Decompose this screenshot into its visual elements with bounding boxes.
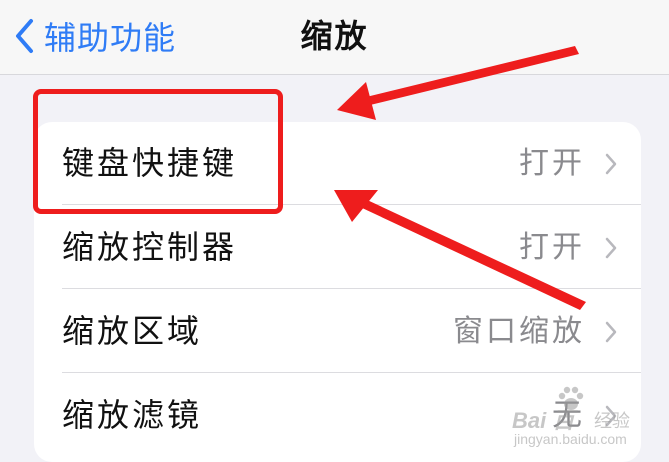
highlight-box — [33, 89, 283, 214]
chevron-right-icon — [605, 153, 617, 175]
row-label: 缩放控制器 — [62, 228, 238, 266]
watermark: Bai 百 经验 jingyan.baidu.com — [508, 383, 638, 453]
navigation-bar: 辅助功能 缩放 — [0, 0, 669, 75]
row-label: 缩放区域 — [62, 312, 203, 350]
divider — [62, 288, 641, 289]
row-zoom-region[interactable]: 缩放区域 窗口缩放 — [34, 290, 641, 373]
row-label: 缩放滤镜 — [62, 396, 203, 434]
watermark-sub: 经验 — [594, 411, 630, 432]
row-zoom-controller[interactable]: 缩放控制器 打开 — [34, 206, 641, 289]
watermark-url: jingyan.baidu.com — [514, 431, 627, 447]
row-value: 窗口缩放 — [453, 314, 585, 349]
page-title: 缩放 — [300, 17, 369, 55]
row-value: 打开 — [519, 230, 585, 265]
chevron-right-icon — [605, 321, 617, 343]
divider — [62, 372, 641, 373]
row-value: 打开 — [519, 146, 585, 181]
chevron-right-icon — [605, 237, 617, 259]
